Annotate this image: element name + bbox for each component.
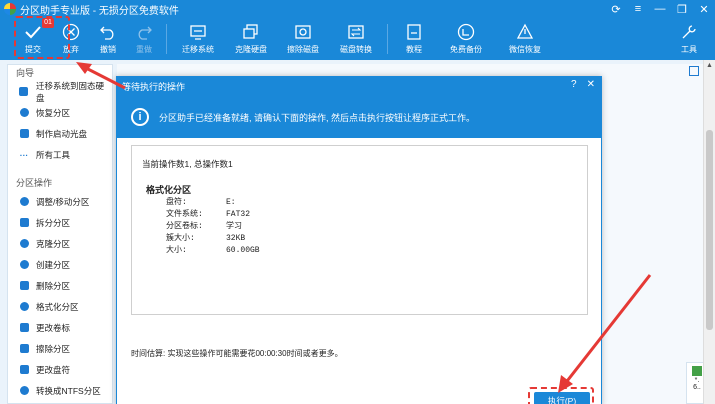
- sidebar-section-partition: 分区操作: [16, 178, 53, 188]
- app-window: 分区助手专业版 - 无损分区免费软件 ⟳ ≡ — ❐ ✕ 提交 放弃 撤销 重做: [0, 0, 715, 404]
- operations-pane: 当前操作数1, 总操作数1 格式化分区 盘符: E: 文件系统: FAT32 分区卷…: [131, 145, 588, 315]
- clone-disk-icon: [240, 23, 262, 41]
- sidebar-item-resize[interactable]: 调整/移动分区: [8, 191, 112, 212]
- migrate-icon: [18, 86, 30, 98]
- maximize-button[interactable]: ❐: [671, 0, 693, 18]
- close-button[interactable]: ✕: [693, 0, 715, 18]
- window-controls: ⟳ ≡ — ❐ ✕: [605, 0, 715, 18]
- backup-icon: [455, 23, 477, 41]
- sidebar-item-create[interactable]: 创建分区: [8, 254, 112, 275]
- info-banner: i 分区助手已经准备就绪, 请确认下面的操作, 然后点击执行按钮让程序正式工作。: [117, 96, 601, 138]
- help-icon[interactable]: ?: [571, 79, 577, 90]
- sidebar-item-all-tools[interactable]: ··· 所有工具: [8, 144, 112, 165]
- migrate-os-icon: [187, 23, 209, 41]
- dialog-title-bar: 等待执行的操作 ? ✕: [117, 77, 601, 96]
- more-icon: ···: [19, 149, 29, 160]
- wipe-icon: [18, 343, 30, 355]
- format-icon: [18, 301, 30, 313]
- sidebar-item-boot-disc[interactable]: 制作启动光盘: [8, 123, 112, 144]
- toolbar-separator: [387, 24, 388, 54]
- highlight-submit-box: [14, 16, 70, 59]
- main-scrollbar[interactable]: ▲: [703, 60, 715, 404]
- convert-disk-button[interactable]: 磁盘转换: [329, 18, 383, 60]
- pending-operations-dialog: 等待执行的操作 ? ✕ i 分区助手已经准备就绪, 请确认下面的操作, 然后点击…: [116, 76, 602, 404]
- sidebar-item-delete[interactable]: 删除分区: [8, 275, 112, 296]
- recover-icon: [18, 107, 30, 119]
- resize-icon: [18, 196, 30, 208]
- refresh-icon[interactable]: ⟳: [605, 0, 627, 18]
- detail-row: 大小: 60.00GB: [166, 246, 260, 255]
- sidebar-item-split[interactable]: 拆分分区: [8, 212, 112, 233]
- wipe-disk-button[interactable]: 擦除磁盘: [277, 18, 329, 60]
- create-icon: [18, 259, 30, 271]
- toolbar-separator: [166, 24, 167, 54]
- view-toggle-icon[interactable]: [689, 66, 699, 76]
- menu-icon[interactable]: ≡: [627, 0, 649, 18]
- sidebar-item-recover-partition[interactable]: 恢复分区: [8, 102, 112, 123]
- detail-row: 盘符: E:: [166, 198, 236, 207]
- info-text: 分区助手已经准备就绪, 请确认下面的操作, 然后点击执行按钮让程序正式工作。: [159, 112, 476, 123]
- tutorial-icon: [403, 23, 425, 41]
- operation-count: 当前操作数1, 总操作数1: [142, 159, 233, 169]
- wechat-recovery-icon: [514, 23, 536, 41]
- app-logo-icon: [4, 3, 16, 15]
- tools-icon: [678, 23, 700, 41]
- minimize-button[interactable]: —: [649, 0, 671, 18]
- sidebar-item-format[interactable]: 格式化分区: [8, 296, 112, 317]
- redo-icon: [133, 23, 155, 41]
- detail-row: 簇大小: 32KB: [166, 234, 246, 243]
- detail-row: 分区卷标: 学习: [166, 222, 242, 231]
- clone-disk-button[interactable]: 克隆硬盘: [225, 18, 277, 60]
- detail-row: 文件系统: FAT32: [166, 210, 251, 219]
- window-title: 分区助手专业版 - 无损分区免费软件: [20, 5, 179, 17]
- ntfs-icon: [18, 385, 30, 397]
- sidebar-item-migrate-ssd[interactable]: 迁移系统到固态硬盘: [8, 81, 112, 103]
- sidebar-item-change-letter[interactable]: 更改盘符: [8, 359, 112, 380]
- sidebar: 向导 迁移系统到固态硬盘 恢复分区 制作启动光盘 ··· 所有工具 分区操作 调整…: [7, 64, 113, 404]
- scrollbar-thumb[interactable]: [706, 130, 713, 330]
- boot-disc-icon: [18, 128, 30, 140]
- sidebar-item-wipe[interactable]: 擦除分区: [8, 338, 112, 359]
- scroll-up-icon[interactable]: ▲: [706, 62, 713, 69]
- dialog-close-icon[interactable]: ✕: [587, 79, 595, 90]
- redo-button[interactable]: 重做: [126, 18, 162, 60]
- delete-icon: [18, 280, 30, 292]
- operation-title: 格式化分区: [146, 185, 192, 195]
- info-icon: i: [131, 108, 149, 126]
- title-bar: 分区助手专业版 - 无损分区免费软件 ⟳ ≡ — ❐ ✕: [0, 0, 715, 18]
- free-backup-button[interactable]: 免费备份: [436, 18, 496, 60]
- sidebar-item-change-label[interactable]: 更改卷标: [8, 317, 112, 338]
- time-estimate: 时间估算: 实现这些操作可能需要花00:00:30时间或者更多。: [131, 349, 343, 358]
- letter-icon: [18, 364, 30, 376]
- sidebar-item-convert-ntfs[interactable]: 转换成NTFS分区: [8, 380, 112, 401]
- undo-icon: [97, 23, 119, 41]
- dialog-title: 等待执行的操作: [122, 82, 186, 92]
- clone-icon: [18, 238, 30, 250]
- tools-button[interactable]: 工具: [669, 18, 709, 60]
- convert-disk-icon: [345, 23, 367, 41]
- wipe-disk-icon: [292, 23, 314, 41]
- sidebar-item-clone[interactable]: 克隆分区: [8, 233, 112, 254]
- toolbar: 提交 放弃 撤销 重做 迁移系统 克隆硬盘 擦除磁盘 磁盘转换 教程 免费备份 …: [0, 18, 715, 60]
- highlight-execute-box: [528, 387, 594, 404]
- disk-status-icon: [692, 366, 702, 376]
- migrate-os-button[interactable]: 迁移系统: [171, 18, 225, 60]
- split-icon: [18, 217, 30, 229]
- label-icon: [18, 322, 30, 334]
- wechat-recovery-button[interactable]: 微信恢复: [496, 18, 554, 60]
- tutorial-button[interactable]: 教程: [392, 18, 436, 60]
- undo-button[interactable]: 撤销: [90, 18, 126, 60]
